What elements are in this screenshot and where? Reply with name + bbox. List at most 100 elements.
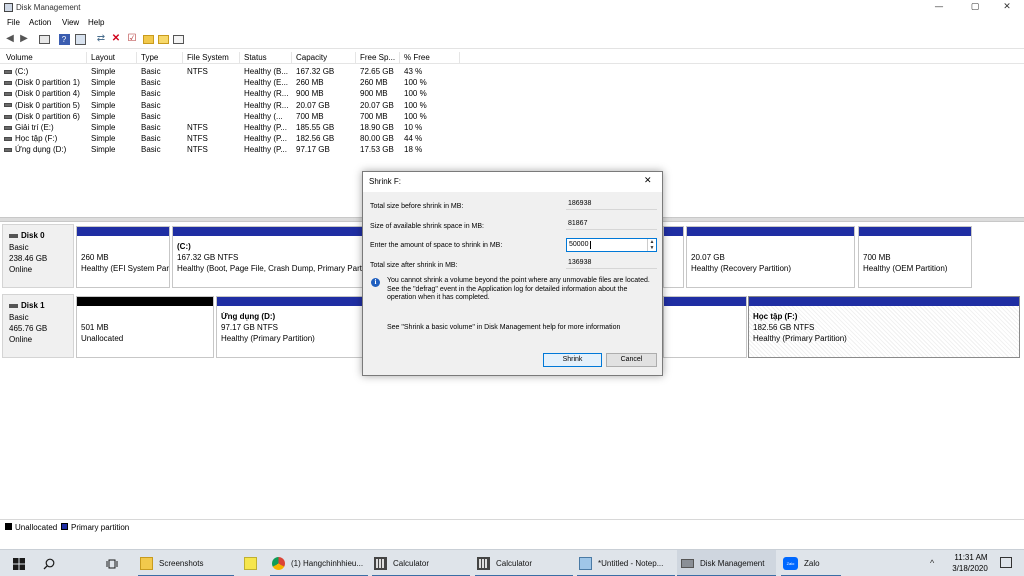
column-capacity[interactable]: Capacity — [292, 52, 356, 64]
table-row[interactable]: Ứng dụng (D:) Simple Basic NTFS Healthy … — [0, 144, 470, 155]
total-size-label: Total size before shrink in MB: — [370, 203, 464, 210]
taskbar-item-disk-management[interactable]: Disk Management — [677, 550, 776, 576]
column-status[interactable]: Status — [240, 52, 292, 64]
maximize-button[interactable]: ▢ — [958, 0, 992, 16]
view-list-icon[interactable] — [172, 33, 184, 45]
drive-icon — [4, 148, 12, 153]
shrink-button[interactable]: Shrink — [543, 353, 602, 367]
partition-selected[interactable]: Học tập (F:) 182.56 GB NTFS Healthy (Pri… — [748, 296, 1020, 358]
volume-pct: 100 % — [404, 89, 427, 99]
volume-status: Healthy (P... — [244, 145, 287, 155]
spin-buttons[interactable]: ▲ ▼ — [647, 239, 656, 251]
forward-arrow-icon[interactable]: ▶ — [18, 33, 30, 45]
volume-free: 900 MB — [360, 89, 388, 99]
taskbar-date[interactable]: 3/18/2020 — [948, 564, 992, 573]
disk-icon — [9, 303, 18, 308]
notification-icon[interactable] — [1000, 557, 1012, 568]
close-button[interactable]: ✕ — [990, 0, 1024, 16]
disk-management-icon — [4, 3, 13, 12]
column-file-system[interactable]: File System — [183, 52, 240, 64]
partition[interactable]: 700 MB Healthy (OEM Partition) — [858, 226, 972, 288]
taskbar-item-notepad[interactable]: *Untitled - Notep... — [577, 550, 675, 576]
volume-status: Healthy (P... — [244, 134, 287, 144]
volume-capacity: 97.17 GB — [296, 145, 330, 155]
menu-view[interactable]: View — [62, 18, 79, 27]
task-view-icon[interactable] — [103, 550, 121, 576]
taskbar-item-zalo[interactable]: Zalo Zalo — [781, 550, 841, 576]
volume-capacity: 167.32 GB — [296, 67, 335, 76]
table-row[interactable]: (Disk 0 partition 5) Simple Basic Health… — [0, 100, 470, 111]
partition-size: 700 MB — [863, 253, 891, 262]
partition[interactable] — [663, 296, 747, 358]
partition-size: 260 MB — [81, 253, 109, 262]
back-arrow-icon[interactable]: ◀ — [4, 33, 16, 45]
column-volume[interactable]: Volume — [2, 52, 87, 64]
volume-name: (Disk 0 partition 4) — [15, 89, 80, 99]
console-tree-icon[interactable] — [38, 33, 50, 45]
shrink-amount-input[interactable]: 50000 ▲ ▼ — [566, 238, 657, 252]
table-row[interactable]: (Disk 0 partition 6) Simple Basic Health… — [0, 111, 470, 122]
partition[interactable]: 260 MB Healthy (EFI System Part — [76, 226, 170, 288]
available-space-value: 81867 — [566, 219, 657, 230]
menu-help[interactable]: Help — [88, 18, 104, 27]
partition-title: Ứng dụng (D:) — [221, 312, 276, 321]
search-icon[interactable] — [40, 550, 58, 576]
partition[interactable]: (C:) 167.32 GB NTFS Healthy (Boot, Page … — [172, 226, 364, 288]
volume-pct: 43 % — [404, 67, 423, 76]
disk-0-label[interactable]: Disk 0 Basic 238.46 GB Online — [2, 224, 74, 288]
partition-size: 167.32 GB NTFS — [177, 253, 239, 262]
partition[interactable] — [663, 226, 684, 288]
partition[interactable]: Ứng dụng (D:) 97.17 GB NTFS Healthy (Pri… — [216, 296, 364, 358]
partition[interactable]: 20.07 GB Healthy (Recovery Partition) — [686, 226, 855, 288]
new-folder-icon[interactable] — [142, 33, 154, 45]
partition-size: 97.17 GB NTFS — [221, 323, 278, 332]
taskbar-item-calculator[interactable]: Calculator — [372, 550, 470, 576]
volume-capacity: 182.56 GB — [296, 134, 335, 144]
folder-icon — [140, 557, 153, 570]
table-row[interactable]: (Disk 0 partition 4) Simple Basic Health… — [0, 88, 470, 99]
table-row[interactable]: (Disk 0 partition 1) Simple Basic Health… — [0, 77, 470, 88]
volume-capacity: 260 MB — [296, 78, 324, 88]
volume-fs: NTFS — [187, 134, 208, 144]
table-row[interactable]: (C:) Simple Basic NTFS Healthy (B... 167… — [0, 66, 470, 77]
volume-type: Basic — [141, 78, 161, 88]
minimize-button[interactable]: — — [922, 0, 956, 16]
taskbar-item-calculator-2[interactable]: Calculator — [475, 550, 573, 576]
legend-unallocated: Unallocated — [15, 523, 58, 532]
table-row[interactable]: Học tập (F:) Simple Basic NTFS Healthy (… — [0, 133, 470, 144]
windows-icon[interactable] — [8, 550, 30, 576]
volume-layout: Simple — [91, 134, 116, 144]
partition-size: 182.56 GB NTFS — [753, 323, 815, 332]
volume-free: 20.07 GB — [360, 100, 394, 110]
volume-free: 260 MB — [360, 78, 388, 88]
taskbar-item-screenshots[interactable]: Screenshots — [138, 550, 234, 576]
drive-icon — [4, 69, 12, 74]
sticky-notes-icon[interactable] — [238, 550, 262, 576]
taskbar-label: (1) Hangchinhhieu... — [291, 559, 364, 568]
cancel-button[interactable]: Cancel — [606, 353, 657, 367]
taskbar-label: Disk Management — [700, 559, 765, 568]
disk-icon — [9, 233, 18, 238]
unallocated-space[interactable]: 501 MB Unallocated — [76, 296, 214, 358]
disk-1-label[interactable]: Disk 1 Basic 465.76 GB Online — [2, 294, 74, 358]
taskbar-label: *Untitled - Notep... — [598, 559, 664, 568]
open-folder-icon[interactable] — [157, 33, 169, 45]
dialog-close-button[interactable]: ✕ — [644, 176, 652, 186]
column-type[interactable]: Type — [137, 52, 183, 64]
taskbar-time[interactable]: 11:31 AM — [952, 553, 990, 562]
menu-file[interactable]: File — [7, 18, 20, 27]
menu-action[interactable]: Action — [29, 18, 51, 27]
delete-icon[interactable]: ✕ — [110, 33, 122, 45]
column-free-space[interactable]: Free Sp... — [356, 52, 400, 64]
checklist-icon[interactable]: ☑ — [126, 33, 138, 45]
volume-list-header: Volume Layout Type File System Status Ca… — [0, 52, 1024, 64]
connect-icon[interactable]: ⇄ — [95, 33, 107, 45]
table-row[interactable]: Giải trí (E:) Simple Basic NTFS Healthy … — [0, 122, 470, 133]
help-icon[interactable]: ? — [58, 33, 70, 45]
show-hidden-icons[interactable]: ^ — [930, 558, 934, 568]
properties-icon[interactable] — [74, 33, 86, 45]
column-percent-free[interactable]: % Free — [400, 52, 460, 64]
taskbar-item-chrome[interactable]: (1) Hangchinhhieu... — [270, 550, 368, 576]
volume-free: 700 MB — [360, 111, 388, 121]
column-layout[interactable]: Layout — [87, 52, 137, 64]
